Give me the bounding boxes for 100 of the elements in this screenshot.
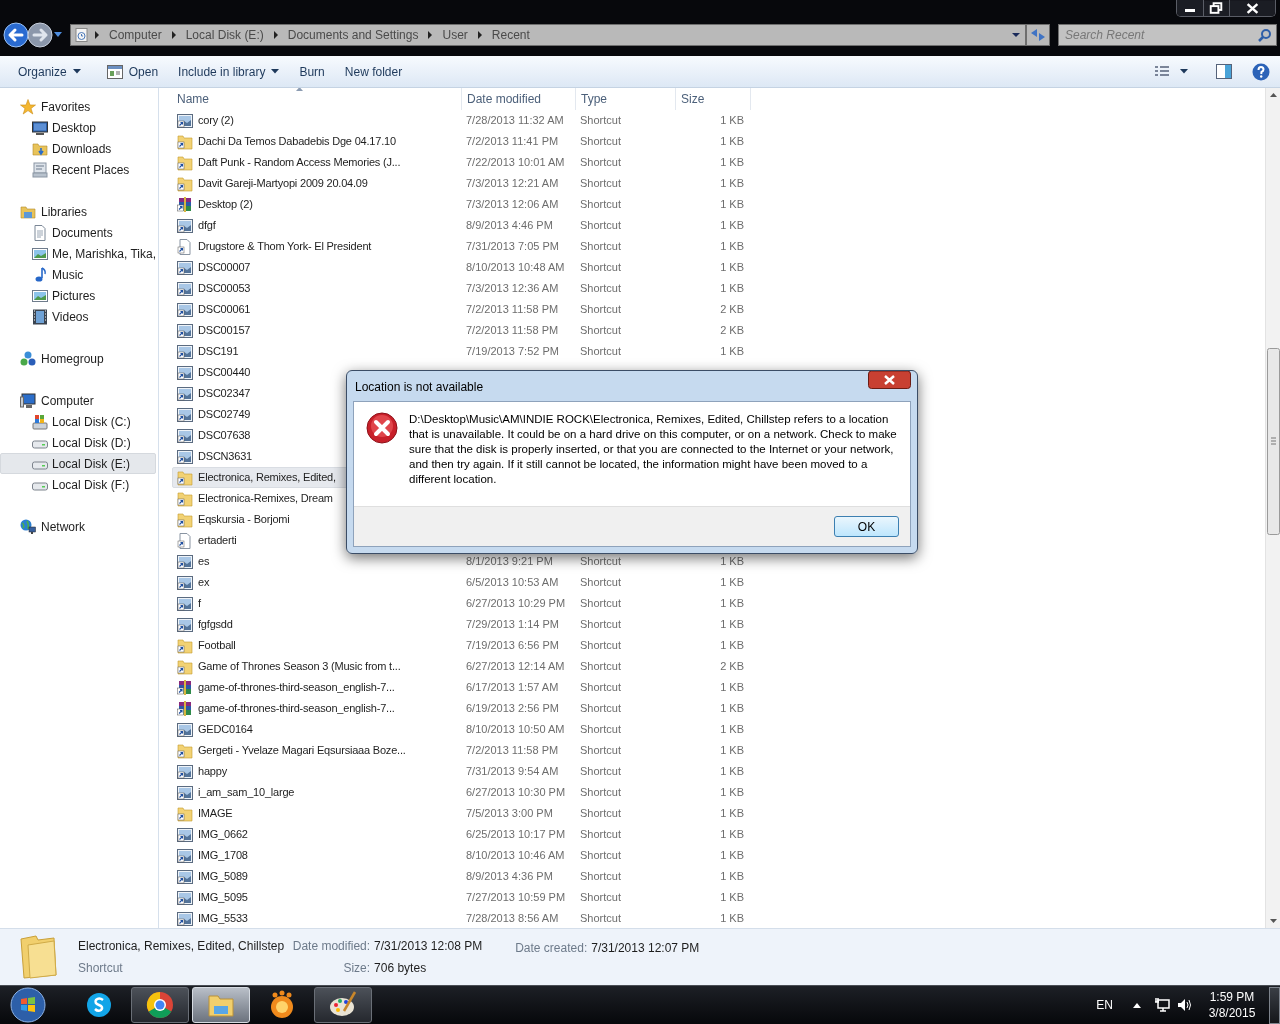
file-name: Game of Thrones Season 3 (Music from t... xyxy=(198,659,401,675)
date-modified: 7/22/2013 10:01 AM xyxy=(466,156,565,169)
file-type: Shortcut xyxy=(580,681,621,694)
file-size: 1 KB xyxy=(720,597,744,610)
file-size: 1 KB xyxy=(720,765,744,778)
date-modified: 6/27/2013 10:29 PM xyxy=(466,597,566,610)
file-name: DSC02347 xyxy=(198,386,251,402)
file-type: Shortcut xyxy=(580,723,621,736)
file-name: game-of-thrones-third-season_english-7... xyxy=(198,701,395,717)
file-type: Shortcut xyxy=(580,660,621,673)
file-type: Shortcut xyxy=(580,261,621,274)
field-value: 706 bytes xyxy=(374,960,427,977)
file-size: 1 KB xyxy=(720,261,744,274)
file-size: 1 KB xyxy=(720,198,744,211)
file-name: cory (2) xyxy=(198,113,234,129)
field-value: 7/31/2013 12:08 PM xyxy=(374,938,483,955)
file-name: IMAGE xyxy=(198,806,233,822)
date-modified: 7/5/2013 3:00 PM xyxy=(466,807,553,820)
file-type: Shortcut xyxy=(580,828,621,841)
file-name: DSC07638 xyxy=(198,428,251,444)
file-name: ex xyxy=(198,575,210,591)
file-type: Shortcut xyxy=(580,849,621,862)
file-name: IMG_1708 xyxy=(198,848,248,864)
file-size: 1 KB xyxy=(720,114,744,127)
file-size: 1 KB xyxy=(720,240,744,253)
file-size: 1 KB xyxy=(720,912,744,925)
file-name: f xyxy=(198,596,201,612)
file-type: Shortcut xyxy=(580,870,621,883)
file-type: Shortcut xyxy=(580,744,621,757)
file-type: Shortcut xyxy=(580,114,621,127)
file-type: Shortcut xyxy=(580,576,621,589)
file-name: IMG_5095 xyxy=(198,890,248,906)
file-size: 2 KB xyxy=(720,660,744,673)
file-size: 2 KB xyxy=(720,324,744,337)
file-size: 1 KB xyxy=(720,786,744,799)
file-size: 1 KB xyxy=(720,870,744,883)
file-type: Shortcut xyxy=(580,597,621,610)
file-name: Daft Punk - Random Access Memories (J... xyxy=(198,155,401,171)
file-name: game-of-thrones-third-season_english-7... xyxy=(198,680,395,696)
file-type: Shortcut xyxy=(580,303,621,316)
file-name: DSC00053 xyxy=(198,281,251,297)
file-name: Football xyxy=(198,638,236,654)
date-modified: 7/2/2013 11:58 PM xyxy=(466,303,559,316)
file-name: i_am_sam_10_large xyxy=(198,785,295,801)
file-name: DSC00157 xyxy=(198,323,251,339)
file-type: Shortcut xyxy=(580,786,621,799)
file-size: 1 KB xyxy=(720,156,744,169)
date-modified: 7/3/2013 12:06 AM xyxy=(466,198,559,211)
file-name: Gergeti - Yvelaze Magari Eqsursiaaa Boze... xyxy=(198,743,406,759)
file-name: Davit Gareji-Martyopi 2009 20.04.09 xyxy=(198,176,368,192)
date-modified: 6/17/2013 1:57 AM xyxy=(466,681,559,694)
file-type: Shortcut xyxy=(580,807,621,820)
file-size: 1 KB xyxy=(720,723,744,736)
date-modified: 7/2/2013 11:58 PM xyxy=(466,744,559,757)
error-message: D:\Desktop\Music\AM\INDIE ROCK\Electronica, Remixes, Edited, Chillstep refers to a location that is unavailable. It could be on a hard drive on this computer, or on a network. Check to make sure that the disk is properly inserted, or that you are connected to the Internet or your network, and then try again. If it still cannot be located, the information might have been moved to a different location. xyxy=(409,412,898,487)
date-modified: 7/3/2013 12:36 AM xyxy=(466,282,559,295)
date-modified: 7/19/2013 6:56 PM xyxy=(466,639,559,652)
file-type: Shortcut xyxy=(580,135,621,148)
file-name: IMG_0662 xyxy=(198,827,248,843)
file-type: Shortcut xyxy=(580,198,621,211)
clock-date: 3/8/2015 xyxy=(1208,1005,1256,1021)
file-name: DSC00440 xyxy=(198,365,251,381)
date-modified: 7/29/2013 1:14 PM xyxy=(466,618,559,631)
clock-time: 1:59 PM xyxy=(1209,989,1255,1005)
file-type: Shortcut xyxy=(580,156,621,169)
date-modified: 7/28/2013 11:32 AM xyxy=(466,114,564,127)
file-name: DSC00061 xyxy=(198,302,251,318)
date-modified: 6/19/2013 2:56 PM xyxy=(466,702,559,715)
date-modified: 7/3/2013 12:21 AM xyxy=(466,177,559,190)
file-size: 1 KB xyxy=(720,219,744,232)
file-name: happy xyxy=(198,764,227,780)
file-size: 1 KB xyxy=(720,681,744,694)
file-name: Drugstore & Thom York- El President xyxy=(198,239,372,255)
file-size: 1 KB xyxy=(720,744,744,757)
file-type: Shortcut xyxy=(580,177,621,190)
file-name: IMG_5089 xyxy=(198,869,248,885)
file-size: 1 KB xyxy=(720,618,744,631)
details-name: Electronica, Remixes, Edited, Chillstep xyxy=(78,938,285,955)
date-modified: 6/27/2013 10:30 PM xyxy=(466,786,566,799)
details-type: Shortcut xyxy=(78,960,124,977)
file-name: ertaderti xyxy=(198,533,237,549)
file-size: 1 KB xyxy=(720,555,744,568)
date-modified: 6/25/2013 10:17 PM xyxy=(466,828,566,841)
file-name: DSCN3631 xyxy=(198,449,253,465)
file-name: IMG_5533 xyxy=(198,911,248,927)
file-size: 1 KB xyxy=(720,345,744,358)
file-type: Shortcut xyxy=(580,324,621,337)
date-modified: 7/28/2013 8:56 AM xyxy=(466,912,559,925)
field-label: Size: xyxy=(342,960,371,977)
file-name: GEDC0164 xyxy=(198,722,253,738)
date-modified: 8/9/2013 4:36 PM xyxy=(466,870,553,883)
file-name: DSC00007 xyxy=(198,260,251,276)
date-modified: 8/1/2013 9:21 PM xyxy=(466,555,553,568)
file-type: Shortcut xyxy=(580,702,621,715)
file-size: 1 KB xyxy=(720,828,744,841)
file-type: Shortcut xyxy=(580,639,621,652)
file-size: 1 KB xyxy=(720,282,744,295)
date-modified: 8/10/2013 10:46 AM xyxy=(466,849,565,862)
file-name: dfgf xyxy=(198,218,216,234)
date-modified: 8/10/2013 10:50 AM xyxy=(466,723,565,736)
